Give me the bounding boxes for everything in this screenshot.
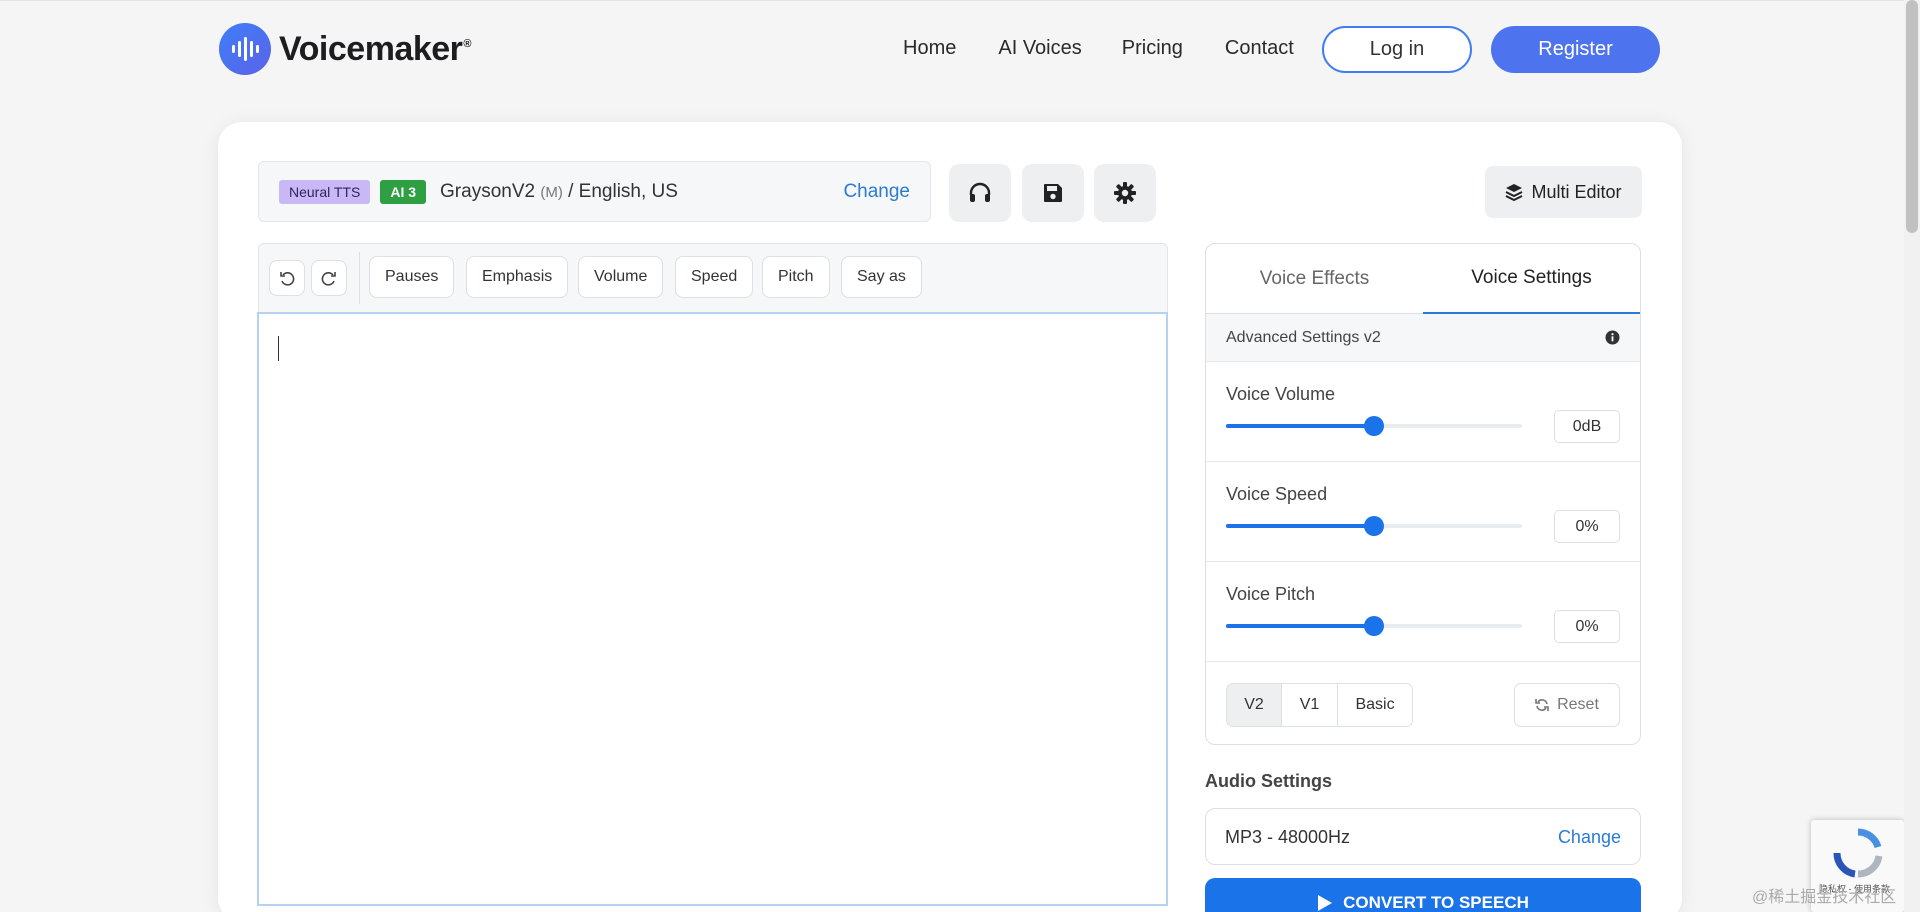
pauses-button[interactable]: Pauses bbox=[369, 256, 455, 298]
redo-icon bbox=[321, 272, 336, 286]
voice-name: GraysonV2 (M) / English, US bbox=[440, 180, 678, 202]
audio-format-box: MP3 - 48000Hz Change bbox=[1205, 808, 1641, 865]
nav-links: Home AI Voices Pricing Contact bbox=[903, 37, 1336, 60]
navbar: Voicemaker® Home AI Voices Pricing Conta… bbox=[0, 0, 1904, 96]
settings-button[interactable] bbox=[1094, 164, 1156, 222]
slider-handle[interactable] bbox=[1364, 616, 1384, 636]
voice-volume-label: Voice Volume bbox=[1226, 384, 1336, 404]
voice-speed-slider[interactable] bbox=[1226, 516, 1522, 536]
login-button[interactable]: Log in bbox=[1322, 26, 1472, 73]
toolbar-divider bbox=[359, 252, 360, 304]
version-basic-button[interactable]: Basic bbox=[1338, 684, 1412, 726]
text-caret bbox=[278, 336, 279, 361]
ai-badge: AI 3 bbox=[380, 179, 427, 204]
voice-change-link[interactable]: Change bbox=[843, 181, 910, 203]
refresh-icon bbox=[1535, 699, 1549, 711]
play-icon bbox=[1318, 895, 1333, 911]
multi-editor-button[interactable]: Multi Editor bbox=[1485, 166, 1642, 218]
tab-voice-effects[interactable]: Voice Effects bbox=[1206, 244, 1423, 314]
slider-handle[interactable] bbox=[1364, 416, 1384, 436]
audio-change-link[interactable]: Change bbox=[1558, 827, 1621, 848]
advanced-settings-label: Advanced Settings v2 bbox=[1226, 328, 1381, 346]
info-icon[interactable] bbox=[1605, 330, 1620, 345]
watermark: @稀土掘金技术社区 bbox=[1752, 889, 1897, 906]
convert-to-speech-button[interactable]: CONVERT TO SPEECH bbox=[1205, 878, 1641, 912]
reset-label: Reset bbox=[1557, 696, 1599, 713]
voice-volume-value[interactable]: 0dB bbox=[1554, 410, 1620, 443]
advanced-settings-header: Advanced Settings v2 bbox=[1206, 314, 1640, 362]
voice-pitch-row: Voice Pitch 0% bbox=[1206, 562, 1640, 662]
pitch-button[interactable]: Pitch bbox=[762, 256, 830, 298]
voice-speed-label: Voice Speed bbox=[1226, 484, 1328, 504]
say-as-button[interactable]: Say as bbox=[841, 256, 922, 298]
nav-pricing[interactable]: Pricing bbox=[1122, 37, 1183, 60]
voice-selector[interactable]: Neural TTS AI 3 GraysonV2 (M) / English,… bbox=[258, 161, 931, 222]
engine-version-group: V2 V1 Basic bbox=[1226, 683, 1413, 727]
recaptcha-icon bbox=[1833, 828, 1883, 878]
convert-label: CONVERT TO SPEECH bbox=[1343, 893, 1529, 912]
nav-ai-voices[interactable]: AI Voices bbox=[998, 37, 1081, 60]
voice-pitch-value[interactable]: 0% bbox=[1554, 610, 1620, 643]
headphones-icon bbox=[969, 182, 991, 202]
scrollbar-thumb[interactable] bbox=[1906, 0, 1918, 233]
brand-name: Voicemaker® bbox=[279, 29, 471, 68]
brand-logo[interactable]: Voicemaker® bbox=[219, 22, 471, 76]
voice-pitch-slider[interactable] bbox=[1226, 616, 1522, 636]
audio-format-value: MP3 - 48000Hz bbox=[1225, 827, 1351, 847]
audio-settings-title: Audio Settings bbox=[1205, 771, 1332, 791]
tab-voice-settings[interactable]: Voice Settings bbox=[1423, 244, 1640, 314]
page-scrollbar[interactable] bbox=[1904, 0, 1920, 912]
undo-icon bbox=[280, 272, 295, 286]
gear-icon bbox=[1114, 182, 1136, 204]
emphasis-button[interactable]: Emphasis bbox=[466, 256, 569, 298]
voice-pitch-label: Voice Pitch bbox=[1226, 584, 1316, 604]
reset-button[interactable]: Reset bbox=[1514, 683, 1620, 727]
nav-contact[interactable]: Contact bbox=[1225, 37, 1294, 60]
slider-handle[interactable] bbox=[1364, 516, 1384, 536]
ssml-toolbar: Pauses Emphasis Volume Speed Pitch Say a… bbox=[258, 243, 1168, 312]
speed-button[interactable]: Speed bbox=[675, 256, 754, 298]
preview-button[interactable] bbox=[949, 164, 1011, 222]
voice-speed-value[interactable]: 0% bbox=[1554, 510, 1620, 543]
voice-volume-row: Voice Volume 0dB bbox=[1206, 362, 1640, 462]
floppy-disk-icon bbox=[1044, 184, 1062, 202]
multi-editor-label: Multi Editor bbox=[1531, 181, 1622, 202]
slider-fill bbox=[1226, 424, 1374, 428]
nav-home[interactable]: Home bbox=[903, 37, 956, 60]
panel-tabs: Voice Effects Voice Settings bbox=[1206, 244, 1640, 314]
version-v1-button[interactable]: V1 bbox=[1282, 684, 1338, 726]
text-editor[interactable] bbox=[257, 312, 1168, 906]
voice-speed-row: Voice Speed 0% bbox=[1206, 462, 1640, 562]
undo-button[interactable] bbox=[269, 260, 305, 296]
slider-fill bbox=[1226, 524, 1374, 528]
slider-fill bbox=[1226, 624, 1374, 628]
volume-button[interactable]: Volume bbox=[578, 256, 664, 298]
save-button[interactable] bbox=[1022, 164, 1084, 222]
neural-tts-badge: Neural TTS bbox=[279, 179, 371, 204]
soundwave-icon bbox=[219, 23, 271, 75]
layers-icon bbox=[1506, 184, 1523, 201]
version-v2-button[interactable]: V2 bbox=[1227, 684, 1282, 726]
voice-settings-panel: Voice Effects Voice Settings Advanced Se… bbox=[1205, 243, 1641, 745]
voice-volume-slider[interactable] bbox=[1226, 416, 1522, 436]
register-button[interactable]: Register bbox=[1491, 26, 1660, 73]
redo-button[interactable] bbox=[311, 260, 347, 296]
